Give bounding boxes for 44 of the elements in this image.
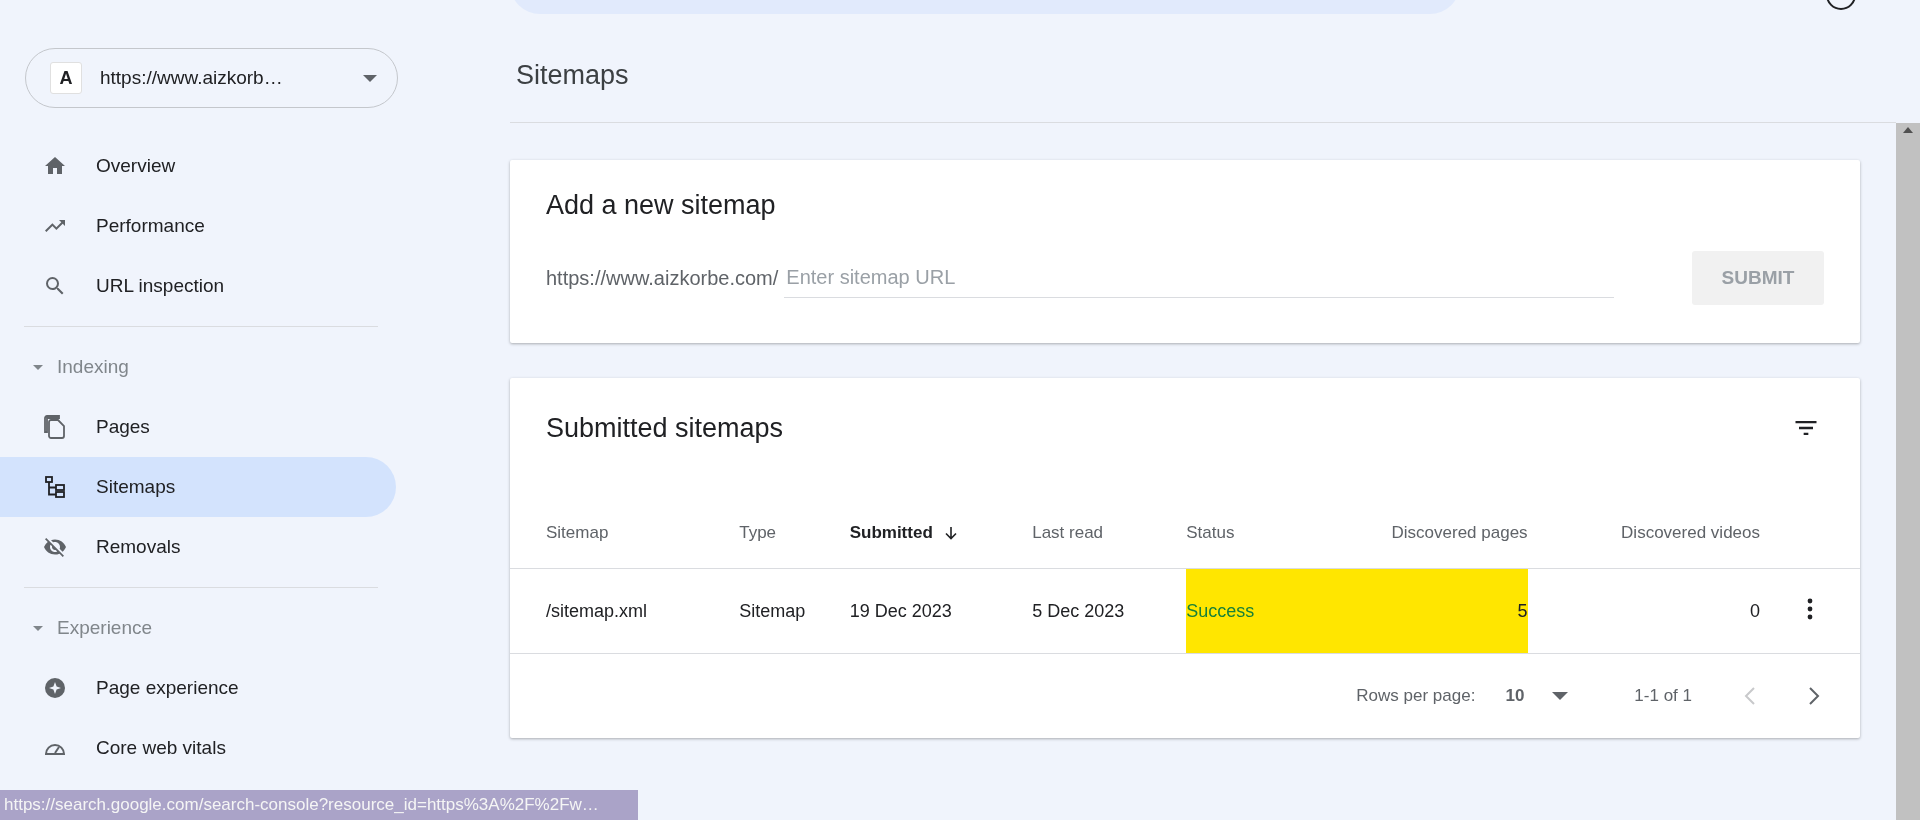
nav-item[interactable]: Page experience xyxy=(0,658,396,718)
column-header[interactable]: Type xyxy=(739,523,777,543)
rows-per-page-label: Rows per page: xyxy=(1356,686,1476,706)
table-cell: 19 Dec 2023 xyxy=(849,568,1033,654)
nav-item[interactable]: URL inspection xyxy=(0,256,396,316)
nav-item[interactable]: Sitemaps xyxy=(0,457,396,517)
star-circle-icon xyxy=(43,676,67,700)
page-range: 1-1 of 1 xyxy=(1634,686,1692,706)
nav-item[interactable]: Removals xyxy=(0,517,396,577)
column-header[interactable]: Submitted xyxy=(849,523,959,543)
dropdown-caret-icon xyxy=(363,74,377,82)
caret-icon xyxy=(33,364,43,370)
copy-pages-icon xyxy=(43,415,67,439)
card-title: Submitted sitemaps xyxy=(546,412,784,444)
sitemap-url-field[interactable]: Enter sitemap URL xyxy=(784,258,1615,298)
page-title: Sitemaps xyxy=(516,60,630,92)
column-header[interactable]: Discovered pages xyxy=(1391,523,1528,543)
column-header[interactable]: Last read xyxy=(1032,523,1104,543)
column-header[interactable]: Discovered videos xyxy=(1621,523,1760,543)
table-cell: 0 xyxy=(1527,568,1760,654)
nav-item[interactable]: Performance xyxy=(0,196,396,256)
url-prefix: https://www.aizkorbe.com/ xyxy=(546,266,779,290)
rows-per-page-select[interactable]: 10 xyxy=(1505,686,1569,706)
nav-item[interactable]: Core web vitals xyxy=(0,718,396,778)
scroll-up-icon[interactable] xyxy=(1903,127,1913,133)
more-options-icon[interactable] xyxy=(1807,597,1813,620)
sitemap-tree-icon xyxy=(43,475,67,499)
table-cell: 5 xyxy=(1300,568,1528,654)
table-cell: Sitemap xyxy=(739,568,850,654)
caret-icon xyxy=(33,625,43,631)
scrollbar[interactable] xyxy=(1896,123,1920,820)
column-header[interactable]: Status xyxy=(1186,523,1235,543)
eye-off-icon xyxy=(43,535,67,559)
next-page-icon[interactable] xyxy=(1808,686,1820,706)
column-header[interactable]: Sitemap xyxy=(546,523,609,543)
card-title: Add a new sitemap xyxy=(546,190,777,221)
property-letter-icon: A xyxy=(50,62,82,94)
nav-item[interactable]: Pages xyxy=(0,397,396,457)
nav-item[interactable]: Overview xyxy=(0,136,396,196)
table-cell: /sitemap.xml xyxy=(510,568,740,654)
link-url-tooltip: https://search.google.com/search-console?resource_id=https%3A%2F%2Fw… xyxy=(0,790,638,820)
table-cell: Success xyxy=(1186,568,1300,654)
dropdown-caret-icon xyxy=(1552,692,1569,700)
property-url: https://www.aizkorb… xyxy=(100,67,284,89)
